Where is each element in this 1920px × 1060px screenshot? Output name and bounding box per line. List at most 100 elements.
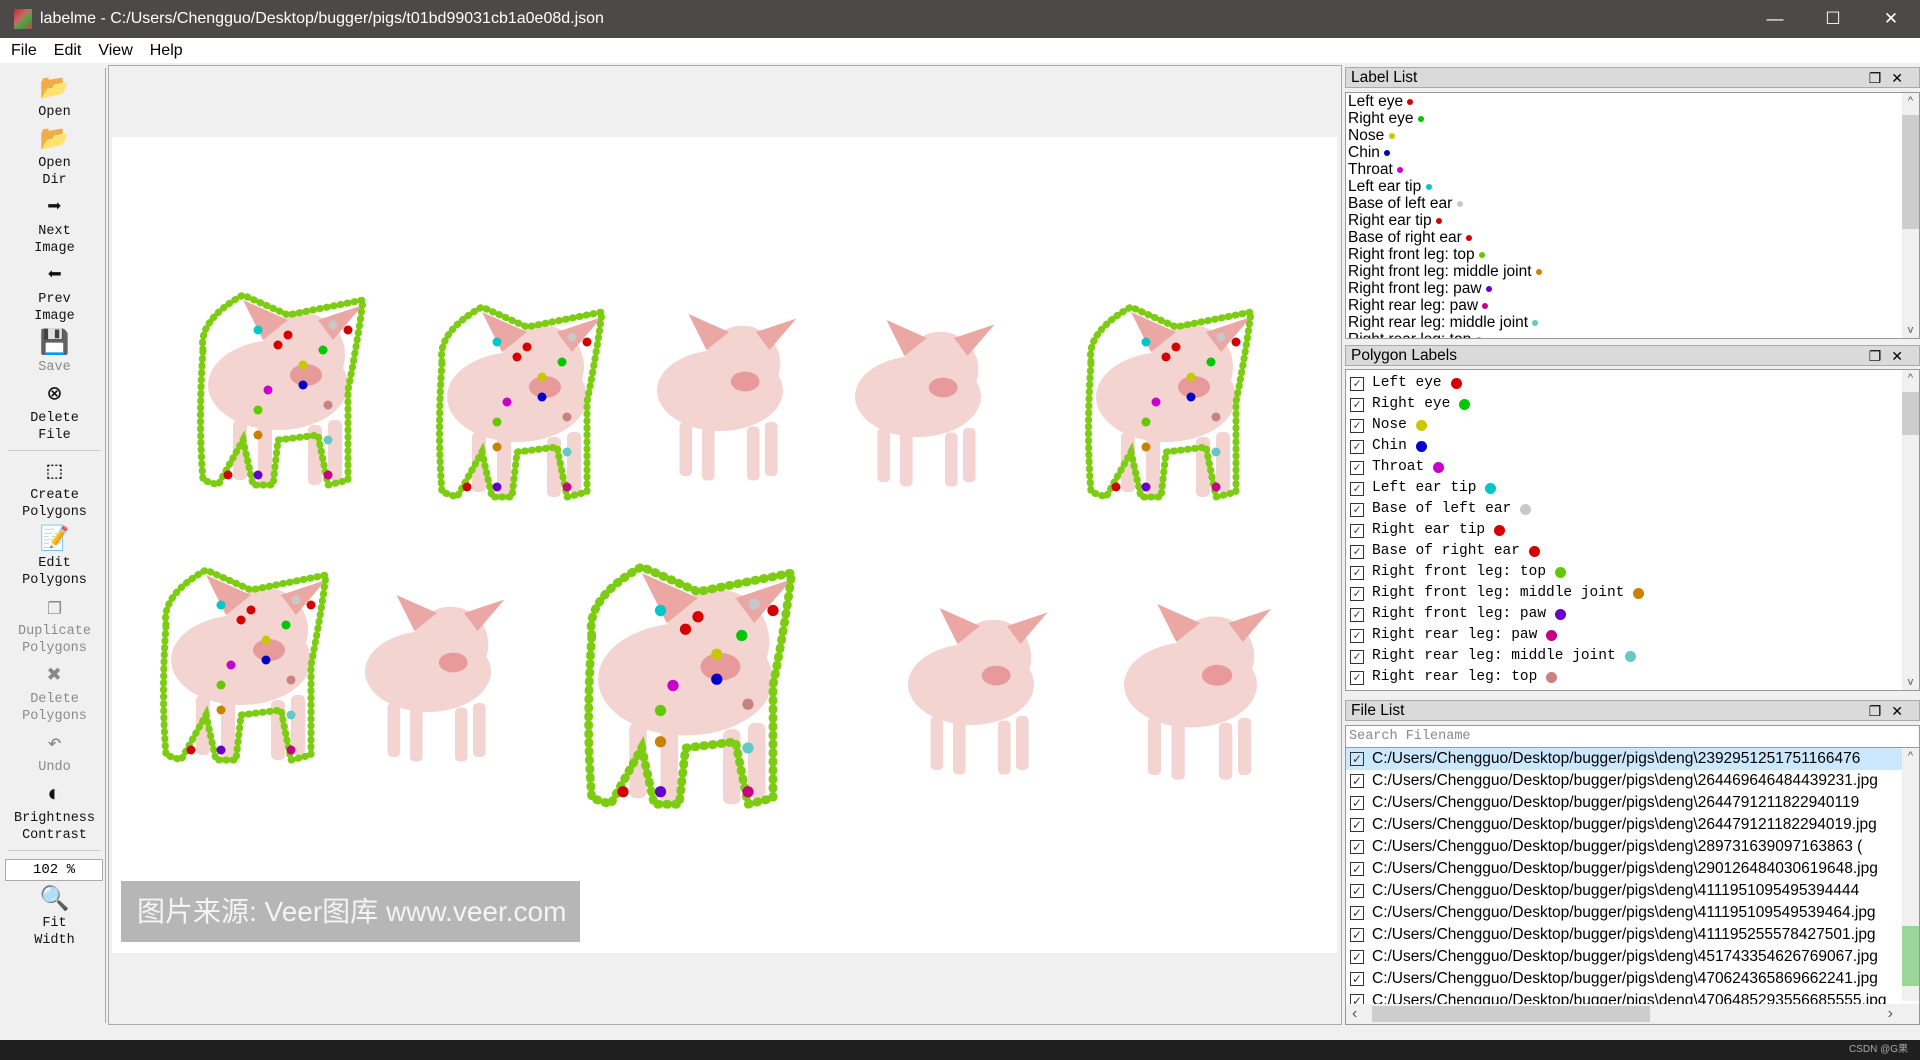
keypoint[interactable] xyxy=(742,698,754,710)
checkbox[interactable]: ✓ xyxy=(1350,818,1364,832)
keypoint[interactable] xyxy=(462,482,472,492)
label-list-item[interactable]: Nose xyxy=(1346,127,1919,144)
file-list-item[interactable]: ✓ C:/Users/Chengguo/Desktop/bugger/pigs\d… xyxy=(1346,836,1904,858)
checkbox[interactable]: ✓ xyxy=(1350,862,1364,876)
keypoint[interactable] xyxy=(1141,337,1151,347)
checkbox[interactable]: ✓ xyxy=(1350,460,1364,475)
keypoint[interactable] xyxy=(492,482,502,492)
label-list-item[interactable]: Chin xyxy=(1346,144,1919,161)
checkbox[interactable]: ✓ xyxy=(1350,565,1364,580)
keypoint[interactable] xyxy=(216,680,226,690)
keypoint[interactable] xyxy=(253,325,263,335)
maximize-button[interactable]: ☐ xyxy=(1804,0,1862,38)
polygon-label-item[interactable]: ✓ Right eye xyxy=(1346,394,1919,415)
keypoint[interactable] xyxy=(1141,417,1151,427)
checkbox[interactable]: ✓ xyxy=(1350,481,1364,496)
keypoint[interactable] xyxy=(654,786,667,798)
keypoint[interactable] xyxy=(711,673,723,685)
tool-edit-polygons-button[interactable]: 📝 Edit Polygons xyxy=(4,525,105,589)
file-list-item[interactable]: ✓ C:/Users/Chengguo/Desktop/bugger/pigs\d… xyxy=(1346,770,1904,792)
tool-brightness-contrast-button[interactable]: ◐ Brightness Contrast xyxy=(4,780,105,844)
keypoint[interactable] xyxy=(323,400,333,410)
keypoint[interactable] xyxy=(537,372,547,382)
keypoint[interactable] xyxy=(328,320,338,330)
label-list-item[interactable]: Left eye xyxy=(1346,93,1919,110)
keypoint[interactable] xyxy=(1186,392,1196,402)
keypoint[interactable] xyxy=(283,330,293,340)
file-list-item[interactable]: ✓ C:/Users/Chengguo/Desktop/bugger/pigs\d… xyxy=(1346,946,1904,968)
checkbox[interactable]: ✓ xyxy=(1350,628,1364,643)
close-icon[interactable]: ✕ xyxy=(1891,70,1913,86)
keypoint[interactable] xyxy=(1231,337,1241,347)
keypoint[interactable] xyxy=(492,442,502,452)
polygon-label-item[interactable]: ✓ Left ear tip xyxy=(1346,478,1919,499)
checkbox[interactable]: ✓ xyxy=(1350,972,1364,986)
polygon-label-item[interactable]: ✓Left rear leg: top xyxy=(1346,688,1919,690)
checkbox[interactable]: ✓ xyxy=(1350,928,1364,942)
tool-prev-image-button[interactable]: ⬅ Prev Image xyxy=(4,261,105,325)
keypoint[interactable] xyxy=(667,679,679,692)
keypoint[interactable] xyxy=(318,345,328,355)
polygon-label-item[interactable]: ✓ Right front leg: middle joint xyxy=(1346,583,1919,604)
file-list-item[interactable]: ✓ C:/Users/Chengguo/Desktop/bugger/pigs\d… xyxy=(1346,902,1904,924)
tool-delete-file-button[interactable]: ⊗ Delete File xyxy=(4,380,105,444)
keypoint[interactable] xyxy=(298,360,308,370)
menu-view[interactable]: View xyxy=(98,38,132,63)
file-list-item[interactable]: ✓ C:/Users/Chengguo/Desktop/bugger/pigs\d… xyxy=(1346,968,1904,990)
keypoint[interactable] xyxy=(216,705,226,715)
keypoint[interactable] xyxy=(522,342,532,352)
keypoint[interactable] xyxy=(537,392,547,402)
keypoint[interactable] xyxy=(711,648,723,660)
keypoint[interactable] xyxy=(343,325,353,335)
keypoint[interactable] xyxy=(736,629,748,642)
keypoint[interactable] xyxy=(692,611,704,623)
keypoint[interactable] xyxy=(562,447,572,457)
search-filename-input[interactable]: Search Filename xyxy=(1345,725,1920,748)
scrollbar[interactable]: ^ v xyxy=(1902,93,1919,338)
label-list-item[interactable]: Right front leg: middle joint xyxy=(1346,263,1919,280)
keypoint[interactable] xyxy=(492,417,502,427)
keypoint[interactable] xyxy=(492,337,502,347)
tool-duplicate-polygons-button[interactable]: ❐ Duplicate Polygons xyxy=(4,593,105,657)
close-icon[interactable]: ✕ xyxy=(1891,348,1913,364)
file-list-item[interactable]: ✓ C:/Users/Chengguo/Desktop/bugger/pigs\d… xyxy=(1346,880,1904,902)
checkbox[interactable]: ✓ xyxy=(1350,439,1364,454)
keypoint[interactable] xyxy=(253,470,263,480)
keypoint[interactable] xyxy=(1171,342,1181,352)
tool-next-image-button[interactable]: ➡ Next Image xyxy=(4,193,105,257)
checkbox[interactable]: ✓ xyxy=(1350,752,1364,766)
keypoint[interactable] xyxy=(679,623,692,635)
label-list-item[interactable]: Throat xyxy=(1346,161,1919,178)
keypoint[interactable] xyxy=(582,337,592,347)
keypoint[interactable] xyxy=(1211,482,1221,492)
zoom-level-input[interactable]: 102 % xyxy=(5,859,103,881)
checkbox[interactable]: ✓ xyxy=(1350,950,1364,964)
keypoint[interactable] xyxy=(261,655,271,665)
label-list-item[interactable]: Base of right ear xyxy=(1346,229,1919,246)
keypoint[interactable] xyxy=(654,604,667,617)
label-list-item[interactable]: Right ear tip xyxy=(1346,212,1919,229)
menu-help[interactable]: Help xyxy=(150,38,183,63)
close-icon[interactable]: ✕ xyxy=(1891,703,1913,719)
file-list-item[interactable]: ✓ C:/Users/Chengguo/Desktop/bugger/pigs\d… xyxy=(1346,858,1904,880)
checkbox[interactable]: ✓ xyxy=(1350,607,1364,622)
keypoint[interactable] xyxy=(236,615,246,625)
keypoint[interactable] xyxy=(186,745,196,755)
file-list-item[interactable]: ✓ C:/Users/Chengguo/Desktop/bugger/pigs\d… xyxy=(1346,814,1904,836)
checkbox[interactable]: ✓ xyxy=(1350,523,1364,538)
keypoint[interactable] xyxy=(1211,412,1221,422)
float-icon[interactable]: ❐ xyxy=(1869,348,1892,364)
keypoint[interactable] xyxy=(273,340,283,350)
keypoint[interactable] xyxy=(654,736,667,748)
polygon-label-item[interactable]: ✓ Chin xyxy=(1346,436,1919,457)
tool-create-polygons-button[interactable]: ⬚ Create Polygons xyxy=(4,457,105,521)
scrollbar[interactable]: ^ xyxy=(1902,748,1919,1001)
tool-open-button[interactable]: 📂 Open xyxy=(4,74,105,121)
keypoint[interactable] xyxy=(261,635,271,645)
keypoint[interactable] xyxy=(306,600,316,610)
float-icon[interactable]: ❐ xyxy=(1869,703,1892,719)
keypoint[interactable] xyxy=(654,704,667,717)
keypoint[interactable] xyxy=(1151,397,1161,407)
keypoint[interactable] xyxy=(253,430,263,440)
checkbox[interactable]: ✓ xyxy=(1350,840,1364,854)
